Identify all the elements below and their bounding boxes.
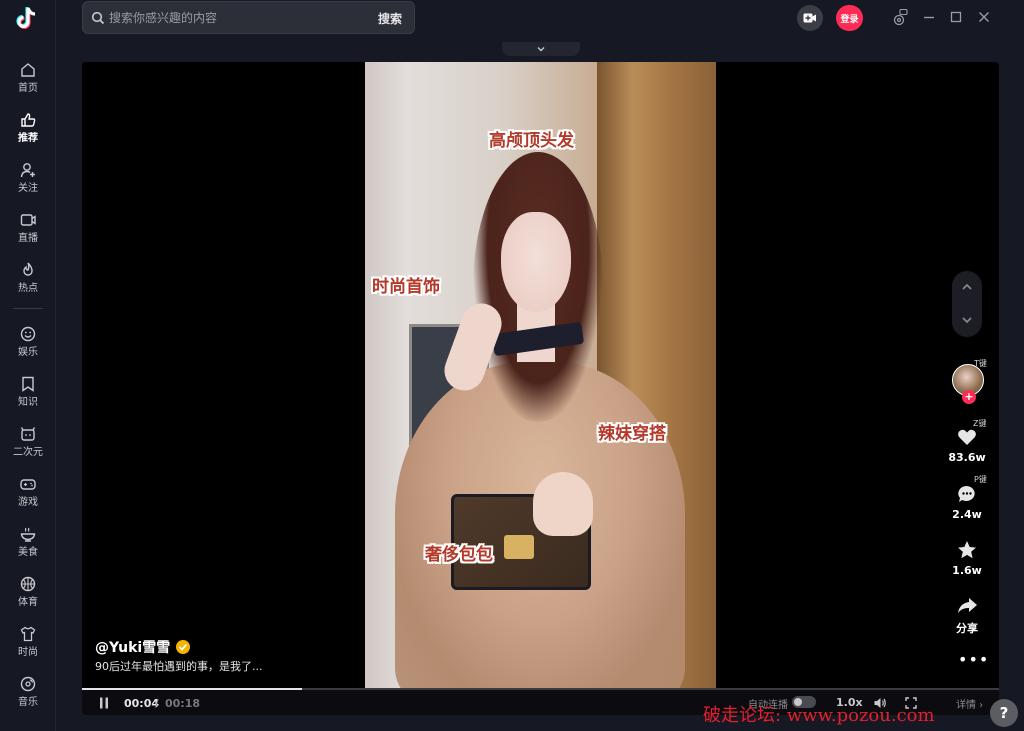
sidebar-item-hot[interactable]: 热点	[0, 252, 56, 302]
shirt-icon	[20, 626, 36, 641]
chevron-up-icon[interactable]	[961, 281, 973, 293]
sidebar-item-live[interactable]: 直播	[0, 202, 56, 252]
sidebar-nav: 首页 推荐 关注 直播 热点 娱乐 知识 二次元 游戏 美食 体育 时尚 音乐	[0, 52, 56, 716]
star-icon	[958, 541, 976, 559]
maximize-icon[interactable]	[949, 10, 963, 24]
upload-button[interactable]	[797, 5, 823, 31]
sidebar-item-label: 体育	[18, 596, 38, 608]
share-button[interactable]: 分享	[938, 595, 996, 636]
chevron-down-icon	[537, 47, 545, 52]
minimize-icon[interactable]	[922, 10, 936, 24]
video-overlay-caption: 时尚首饰	[372, 277, 440, 297]
share-label: 分享	[956, 622, 978, 635]
video-frame[interactable]: 高颅顶头发 时尚首饰 辣妹穿搭 奢侈包包	[365, 62, 716, 688]
sidebar-item-label: 二次元	[13, 446, 43, 458]
current-time: 00:04	[124, 697, 160, 710]
sidebar-item-entertainment[interactable]: 娱乐	[0, 316, 56, 366]
sidebar-item-anime[interactable]: 二次元	[0, 416, 56, 466]
thumbs-up-icon	[21, 112, 36, 127]
comment-count: 2.4w	[952, 508, 982, 521]
video-description[interactable]: 90后过年最怕遇到的事，是我了...	[95, 658, 263, 674]
comment-button[interactable]: 2.4w	[938, 483, 996, 521]
sidebar-item-label: 美食	[18, 546, 38, 558]
sidebar-item-home[interactable]: 首页	[0, 52, 56, 102]
bookmark-icon	[22, 376, 34, 392]
favorite-count: 1.6w	[952, 564, 982, 577]
gamepad-icon	[20, 478, 36, 490]
flame-icon	[23, 262, 33, 276]
collapse-header-toggle[interactable]	[502, 42, 580, 56]
sidebar-item-label: 音乐	[18, 696, 38, 708]
like-count: 83.6w	[948, 451, 986, 464]
anime-icon	[20, 426, 36, 441]
watermark-text: 破走论坛: www.pozou.com	[703, 705, 935, 726]
user-plus-icon	[20, 162, 35, 177]
video-scene-bag-clasp	[504, 535, 534, 559]
sidebar-item-label: 推荐	[18, 132, 38, 144]
video-overlay-caption: 高颅顶头发	[489, 131, 574, 151]
sidebar-item-food[interactable]: 美食	[0, 516, 56, 566]
sidebar-item-music[interactable]: 音乐	[0, 666, 56, 716]
search-button[interactable]: 搜索	[378, 10, 402, 27]
search-input[interactable]	[109, 9, 359, 27]
sidebar-item-recommend[interactable]: 推荐	[0, 102, 56, 152]
sidebar-divider	[13, 308, 43, 309]
more-options-button[interactable]: •••	[958, 650, 989, 669]
video-scene-face	[501, 212, 571, 312]
pause-icon[interactable]	[99, 697, 109, 709]
details-button[interactable]: 详情 ›	[956, 696, 983, 711]
sidebar-item-games[interactable]: 游戏	[0, 466, 56, 516]
login-button[interactable]: 登录	[836, 5, 863, 31]
close-icon[interactable]	[977, 10, 991, 24]
favorite-button[interactable]: 1.6w	[938, 539, 996, 577]
sidebar-item-fashion[interactable]: 时尚	[0, 616, 56, 666]
author-name[interactable]: @Yuki雪雪	[95, 637, 191, 657]
follow-button[interactable]: +	[962, 390, 976, 404]
video-scene-hand	[533, 472, 593, 536]
share-arrow-icon	[958, 598, 977, 613]
sidebar-item-following[interactable]: 关注	[0, 152, 56, 202]
time-separator: /	[155, 697, 159, 710]
comment-icon	[958, 485, 975, 502]
home-icon	[21, 62, 35, 77]
food-bowl-icon	[20, 527, 36, 542]
total-time: 00:18	[165, 697, 201, 710]
chevron-down-icon[interactable]	[961, 314, 973, 326]
sidebar-item-label: 热点	[18, 282, 38, 294]
sidebar-item-sports[interactable]: 体育	[0, 566, 56, 616]
author-handle[interactable]: @Yuki雪雪	[95, 640, 170, 656]
basketball-icon	[20, 576, 36, 591]
sidebar-item-knowledge[interactable]: 知识	[0, 366, 56, 416]
music-disc-icon	[20, 676, 36, 691]
sidebar-item-label: 时尚	[18, 646, 38, 658]
search-icon	[91, 11, 105, 25]
tiktok-logo-icon[interactable]	[12, 4, 42, 34]
video-upload-icon	[803, 13, 816, 23]
heart-icon	[958, 429, 976, 445]
app-window: 首页 推荐 关注 直播 热点 娱乐 知识 二次元 游戏 美食 体育 时尚 音乐 …	[0, 0, 1024, 731]
sidebar-item-label: 关注	[18, 182, 38, 194]
verified-badge-icon	[176, 640, 191, 654]
top-bar: 搜索 登录	[56, 0, 1024, 56]
search-box: 搜索	[82, 1, 415, 34]
sidebar-item-label: 首页	[18, 82, 38, 94]
sidebar-item-label: 直播	[18, 232, 38, 244]
video-overlay-caption: 奢侈包包	[425, 545, 493, 565]
live-tv-icon	[20, 213, 36, 226]
smiley-icon	[20, 326, 36, 341]
settings-icon[interactable]	[893, 9, 909, 27]
sidebar-item-label: 娱乐	[18, 346, 38, 358]
sidebar-item-label: 游戏	[18, 496, 38, 508]
help-button[interactable]: ?	[990, 699, 1018, 727]
video-player[interactable]: 高颅顶头发 时尚首饰 辣妹穿搭 奢侈包包 T键 + Z键 83.6w P键 2.…	[82, 62, 999, 715]
video-overlay-caption: 辣妹穿搭	[598, 424, 666, 444]
like-button[interactable]: 83.6w	[938, 426, 996, 464]
video-switcher	[952, 271, 982, 337]
sidebar: 首页 推荐 关注 直播 热点 娱乐 知识 二次元 游戏 美食 体育 时尚 音乐	[0, 0, 56, 731]
sidebar-item-label: 知识	[18, 396, 38, 408]
